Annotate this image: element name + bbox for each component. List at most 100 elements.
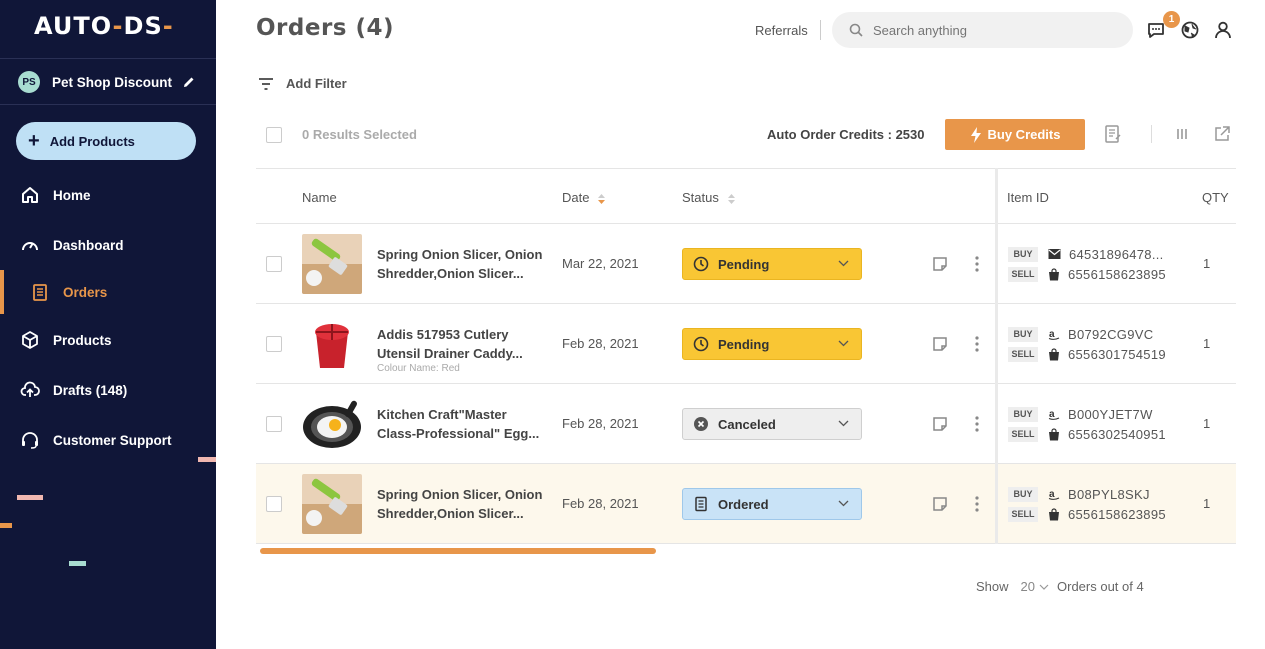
nav-label-customer-support: Customer Support <box>53 432 172 448</box>
export-report-icon[interactable] <box>1104 125 1122 143</box>
nav-item-orders[interactable]: Orders <box>30 282 107 302</box>
more-options-icon[interactable] <box>970 335 984 353</box>
nav-item-drafts[interactable]: Drafts (148) <box>20 380 127 400</box>
column-header-date[interactable]: Date <box>562 190 606 205</box>
note-icon[interactable] <box>932 256 948 272</box>
quantity: 1 <box>1203 416 1211 431</box>
product-image[interactable] <box>302 314 362 374</box>
row-checkbox[interactable] <box>266 336 282 352</box>
quantity: 1 <box>1203 496 1211 511</box>
store-avatar: PS <box>18 71 40 93</box>
amazon-icon: a <box>1048 329 1060 340</box>
external-link-icon[interactable] <box>1213 125 1231 143</box>
nav-item-dashboard[interactable]: Dashboard <box>20 235 124 255</box>
sell-item-id[interactable]: 6556158623895 <box>1068 267 1166 282</box>
autods-logo[interactable]: AUTO-DS- <box>34 12 174 40</box>
row-checkbox[interactable] <box>266 256 282 272</box>
table-header: Name Date Status Item ID QTY <box>256 168 1236 224</box>
select-all-checkbox[interactable] <box>266 127 282 143</box>
page-size-select[interactable]: 20 <box>1021 579 1049 594</box>
nav-item-products[interactable]: Products <box>20 330 112 350</box>
product-name[interactable]: Spring Onion Slicer, Onion Shredder,Onio… <box>377 245 547 283</box>
sell-item-id[interactable]: 6556158623895 <box>1068 507 1166 522</box>
note-icon[interactable] <box>932 496 948 512</box>
row-checkbox[interactable] <box>266 496 282 512</box>
buy-item-id[interactable]: B08PYL8SKJ <box>1068 487 1150 502</box>
columns-icon[interactable] <box>1173 125 1191 143</box>
toolbar-divider <box>1151 125 1152 143</box>
status-label: Ordered <box>718 496 769 512</box>
product-name-line: Addis 517953 Cutlery <box>377 327 509 342</box>
add-filter-button[interactable]: Add Filter <box>258 76 347 91</box>
item-ids: BUY a B000YJET7W SELL 6556302540951 <box>1008 404 1166 444</box>
chevron-down-icon <box>1039 584 1049 590</box>
more-options-icon[interactable] <box>970 255 984 273</box>
status-dropdown[interactable]: Canceled <box>682 408 862 440</box>
shopping-bag-icon <box>1049 347 1059 360</box>
sell-tag: SELL <box>1008 346 1038 362</box>
note-icon[interactable] <box>932 416 948 432</box>
orders-count-label: Orders out of 4 <box>1057 579 1144 594</box>
clock-icon <box>693 256 709 272</box>
sell-tag: SELL <box>1008 266 1038 282</box>
note-icon[interactable] <box>932 336 948 352</box>
sort-icon <box>598 193 606 204</box>
status-dropdown[interactable]: Ordered <box>682 488 862 520</box>
logo-text-ds: DS <box>123 12 163 40</box>
notification-badge: 1 <box>1163 11 1180 28</box>
product-name[interactable]: Addis 517953 Cutlery Utensil Drainer Cad… <box>377 325 547 363</box>
buy-item-id[interactable]: B0792CG9VC <box>1068 327 1153 342</box>
frozen-column-divider <box>995 168 998 544</box>
product-name[interactable]: Kitchen Craft"Master Class-Professional"… <box>377 405 547 443</box>
status-dropdown[interactable]: Pending <box>682 248 862 280</box>
table-row[interactable]: Spring Onion Slicer, Onion Shredder,Onio… <box>256 224 1236 304</box>
nav-item-customer-support[interactable]: Customer Support <box>20 430 172 450</box>
buy-tag: BUY <box>1008 326 1038 342</box>
store-selector[interactable]: PS Pet Shop Discount <box>18 71 196 93</box>
order-date: Mar 22, 2021 <box>562 256 639 271</box>
add-products-button[interactable]: + Add Products <box>16 122 196 160</box>
table-row[interactable]: Kitchen Craft"Master Class-Professional"… <box>256 384 1236 464</box>
shopping-bag-icon <box>1049 427 1059 440</box>
horizontal-scrollbar[interactable] <box>260 548 656 554</box>
product-image[interactable] <box>302 474 362 534</box>
clipboard-icon <box>695 496 707 512</box>
more-options-icon[interactable] <box>970 495 984 513</box>
more-options-icon[interactable] <box>970 415 984 433</box>
product-name[interactable]: Spring Onion Slicer, Onion Shredder,Onio… <box>377 485 547 523</box>
store-name: Pet Shop Discount <box>52 74 173 90</box>
search-bar[interactable] <box>832 12 1133 48</box>
sell-tag: SELL <box>1008 426 1038 442</box>
buy-item-id[interactable]: 64531896478... <box>1069 247 1164 262</box>
decoration <box>17 495 43 500</box>
amazon-icon: a <box>1048 489 1060 500</box>
row-checkbox[interactable] <box>266 416 282 432</box>
sidebar-divider <box>0 104 216 105</box>
column-header-status[interactable]: Status <box>682 190 736 205</box>
product-image[interactable] <box>302 394 362 454</box>
buy-tag: BUY <box>1008 246 1038 262</box>
sell-item-id[interactable]: 6556302540951 <box>1068 427 1166 442</box>
nav-item-home[interactable]: Home <box>20 185 91 205</box>
column-header-name: Name <box>302 190 337 205</box>
status-dropdown[interactable]: Pending <box>682 328 862 360</box>
decoration <box>0 523 12 528</box>
referrals-link[interactable]: Referrals <box>755 23 808 38</box>
buy-credits-button[interactable]: Buy Credits <box>945 119 1085 150</box>
order-date: Feb 28, 2021 <box>562 496 639 511</box>
sort-icon <box>727 193 735 204</box>
product-name-line: Shredder,Onion Slicer... <box>377 266 524 281</box>
pencil-icon[interactable] <box>182 75 196 89</box>
table-row[interactable]: Addis 517953 Cutlery Utensil Drainer Cad… <box>256 304 1236 384</box>
buy-item-id[interactable]: B000YJET7W <box>1068 407 1153 422</box>
product-image[interactable] <box>302 234 362 294</box>
globe-icon[interactable] <box>1180 20 1200 40</box>
add-products-label: Add Products <box>49 133 135 149</box>
table-row[interactable]: Spring Onion Slicer, Onion Shredder,Onio… <box>256 464 1236 544</box>
auto-order-credits: Auto Order Credits : 2530 <box>767 127 925 142</box>
search-input[interactable] <box>873 22 1113 38</box>
sell-item-id[interactable]: 6556301754519 <box>1068 347 1166 362</box>
user-icon[interactable] <box>1213 20 1233 40</box>
column-header-item-id: Item ID <box>1007 190 1049 205</box>
quantity: 1 <box>1203 336 1211 351</box>
